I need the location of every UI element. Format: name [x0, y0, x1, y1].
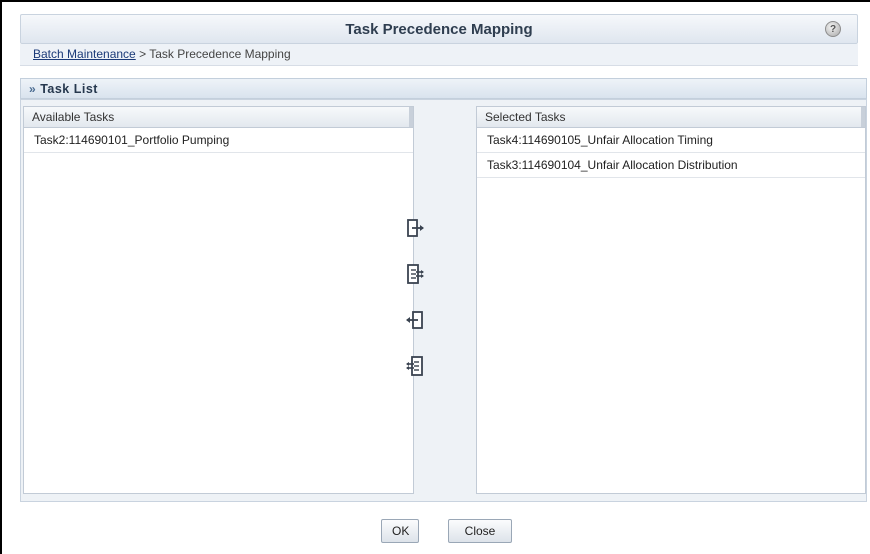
move-selected-left-icon[interactable] [403, 308, 427, 332]
breadcrumb: Batch Maintenance > Task Precedence Mapp… [20, 44, 858, 66]
list-item[interactable]: Task2:114690101_Portfolio Pumping [24, 128, 413, 153]
selected-tasks-header-label: Selected Tasks [485, 110, 566, 124]
ok-button[interactable]: OK [381, 519, 419, 543]
section-title: Task List [40, 82, 98, 96]
available-tasks-list[interactable]: Available Tasks Task2:114690101_Portfoli… [23, 106, 414, 494]
task-list-section-header[interactable]: » Task List [20, 78, 867, 99]
breadcrumb-current: Task Precedence Mapping [149, 47, 291, 61]
available-tasks-header: Available Tasks [24, 107, 413, 128]
move-selected-right-icon[interactable] [403, 216, 427, 240]
window-border-left [0, 0, 2, 554]
help-icon[interactable]: ? [825, 21, 841, 37]
close-button[interactable]: Close [448, 519, 512, 543]
selected-tasks-list[interactable]: Selected Tasks Task4:114690105_Unfair Al… [476, 106, 866, 494]
task-list-panel: Available Tasks Task2:114690101_Portfoli… [20, 99, 867, 502]
move-all-right-icon[interactable] [403, 262, 427, 286]
collapse-chevron-icon[interactable]: » [29, 82, 36, 96]
window-border-top [0, 0, 870, 2]
list-item[interactable]: Task4:114690105_Unfair Allocation Timing [477, 128, 865, 153]
column-resize-handle[interactable] [409, 107, 413, 127]
available-tasks-header-label: Available Tasks [32, 110, 115, 124]
move-all-left-icon[interactable] [403, 354, 427, 378]
column-resize-handle[interactable] [861, 107, 865, 127]
breadcrumb-link-batch-maintenance[interactable]: Batch Maintenance [33, 47, 136, 61]
page-title: Task Precedence Mapping [345, 21, 533, 38]
selected-tasks-header: Selected Tasks [477, 107, 865, 128]
list-item[interactable]: Task3:114690104_Unfair Allocation Distri… [477, 153, 865, 178]
title-bar: Task Precedence Mapping ? [20, 14, 858, 44]
breadcrumb-separator: > [135, 47, 150, 61]
